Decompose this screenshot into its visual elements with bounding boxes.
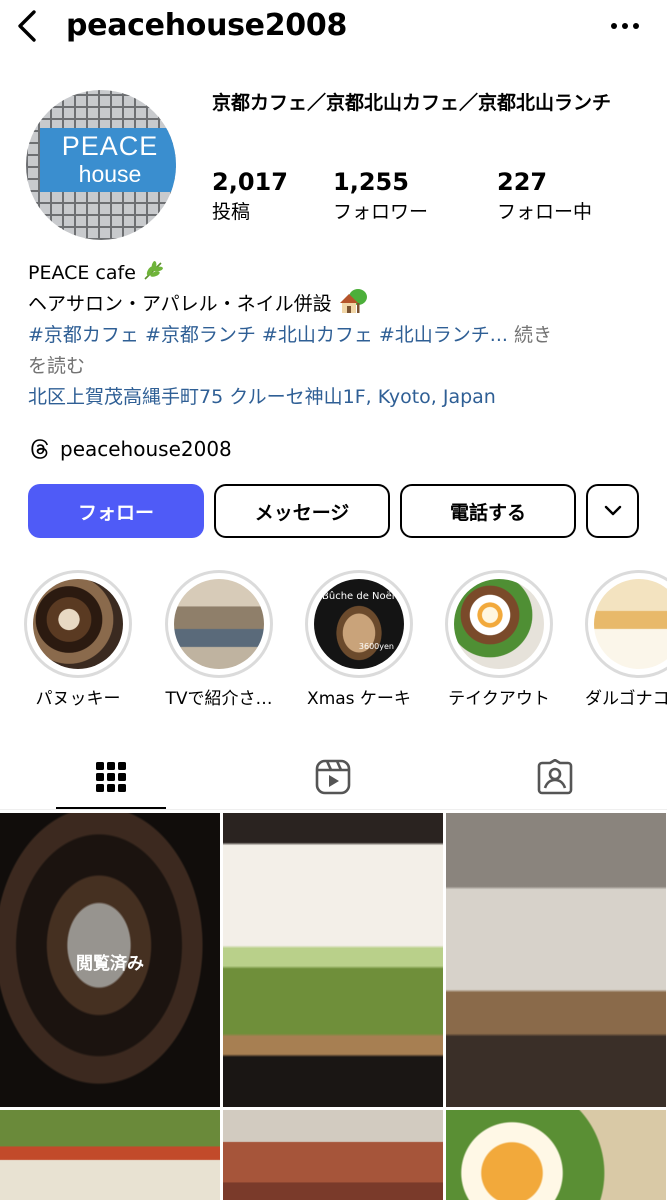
- highlight-ring: [24, 570, 132, 678]
- highlight-label: パヌッキー: [35, 689, 121, 709]
- tab-reels[interactable]: [278, 745, 388, 809]
- stat-posts[interactable]: 2,017 投稿: [212, 166, 288, 226]
- highlight-item[interactable]: テイクアウト: [445, 570, 553, 709]
- chevron-down-icon: [604, 505, 621, 516]
- post-thumbnail[interactable]: 閲覧済み: [0, 813, 220, 1107]
- bio-line-2: ヘアサロン・アパレル・ネイル併設: [28, 289, 648, 320]
- bio-hashtags-line: #京都カフェ #京都ランチ #北山カフェ #北山ランチ... 続き: [28, 320, 648, 351]
- profile-avatar[interactable]: PEACE house: [26, 90, 176, 240]
- profile-name: 京都カフェ／京都北山カフェ／京都北山ランチ: [212, 92, 612, 114]
- profile-username: peacehouse2008: [66, 8, 348, 43]
- viewed-label: 閲覧済み: [76, 954, 144, 974]
- highlight-item[interactable]: TVで紹介さ…: [165, 570, 273, 709]
- post-thumbnail[interactable]: [446, 813, 666, 1107]
- chevron-left-icon: [18, 10, 36, 42]
- post-thumbnail[interactable]: [223, 1110, 443, 1200]
- house-icon: [339, 289, 367, 313]
- profile-bio: PEACE cafe ヘアサロン・アパレル・ネイル併設 #京都カフェ #京都ラン…: [28, 258, 648, 413]
- bio-address[interactable]: 北区上賀茂高縄手町75 クルーセ神山1F, Kyoto, Japan: [28, 382, 648, 413]
- reels-icon: [315, 759, 351, 795]
- highlight-ring: [445, 570, 553, 678]
- bio-line-1-text: PEACE cafe: [28, 262, 136, 284]
- tab-tagged[interactable]: [500, 745, 610, 809]
- ellipsis-icon: [611, 23, 639, 29]
- highlight-ring: [165, 570, 273, 678]
- highlight-item[interactable]: パヌッキー: [24, 570, 132, 709]
- highlight-image: [174, 579, 264, 669]
- stat-posts-value: 2,017: [212, 168, 288, 196]
- highlight-label: Xmas ケーキ: [307, 689, 411, 709]
- follow-button[interactable]: フォロー: [28, 484, 204, 538]
- active-tab-indicator: [56, 807, 166, 809]
- tab-divider: [0, 809, 667, 810]
- highlight-ring: Bûche de Noël 3600yen: [305, 570, 413, 678]
- tab-posts[interactable]: [56, 745, 166, 809]
- avatar-text-line2: house: [78, 161, 142, 187]
- post-thumbnail[interactable]: [446, 1110, 666, 1200]
- stat-posts-label: 投稿: [212, 201, 251, 223]
- avatar-sign: PEACE house: [40, 128, 176, 192]
- highlight-image: [594, 579, 667, 669]
- highlight-image: [454, 579, 544, 669]
- back-button[interactable]: [10, 6, 44, 46]
- tagged-icon: [537, 759, 573, 795]
- highlight-caption: Bûche de Noël: [322, 591, 395, 602]
- call-button[interactable]: 電話する: [400, 484, 576, 538]
- post-thumbnail[interactable]: [223, 813, 443, 1107]
- read-more-link[interactable]: 続き: [514, 324, 552, 346]
- stat-following[interactable]: 227 フォロー中: [497, 166, 592, 226]
- highlight-image: Bûche de Noël 3600yen: [314, 579, 404, 669]
- highlight-item[interactable]: ダルゴナコ: [585, 570, 667, 709]
- bio-hashtags[interactable]: #京都カフェ #京都ランチ #北山カフェ #北山ランチ...: [28, 324, 508, 346]
- leaf-icon: [144, 261, 163, 280]
- suggested-accounts-button[interactable]: [586, 484, 639, 538]
- highlight-ring: [585, 570, 667, 678]
- highlight-label: ダルゴナコ: [585, 689, 667, 709]
- bio-line-1: PEACE cafe: [28, 258, 648, 289]
- threads-link[interactable]: peacehouse2008: [28, 434, 232, 464]
- top-bar: peacehouse2008: [0, 0, 667, 52]
- post-thumbnail[interactable]: [0, 1110, 220, 1200]
- threads-handle: peacehouse2008: [60, 437, 232, 461]
- read-more-link-2[interactable]: を読む: [28, 351, 648, 382]
- more-options-button[interactable]: [605, 12, 645, 40]
- highlight-image: [33, 579, 123, 669]
- highlight-label: テイクアウト: [448, 689, 550, 709]
- stat-followers-value: 1,255: [333, 168, 409, 196]
- highlight-item[interactable]: Bûche de Noël 3600yen Xmas ケーキ: [305, 570, 413, 709]
- grid-icon: [96, 762, 126, 792]
- bio-line-2-text: ヘアサロン・アパレル・ネイル併設: [28, 293, 332, 315]
- message-button[interactable]: メッセージ: [214, 484, 390, 538]
- highlight-label: TVで紹介さ…: [165, 689, 273, 709]
- stat-followers[interactable]: 1,255 フォロワー: [333, 166, 428, 226]
- avatar-text-line1: PEACE: [61, 131, 159, 161]
- stat-following-label: フォロー中: [497, 201, 593, 223]
- highlight-price: 3600yen: [358, 642, 394, 651]
- stat-followers-label: フォロワー: [333, 201, 429, 223]
- threads-icon: [31, 439, 48, 459]
- stat-following-value: 227: [497, 168, 548, 196]
